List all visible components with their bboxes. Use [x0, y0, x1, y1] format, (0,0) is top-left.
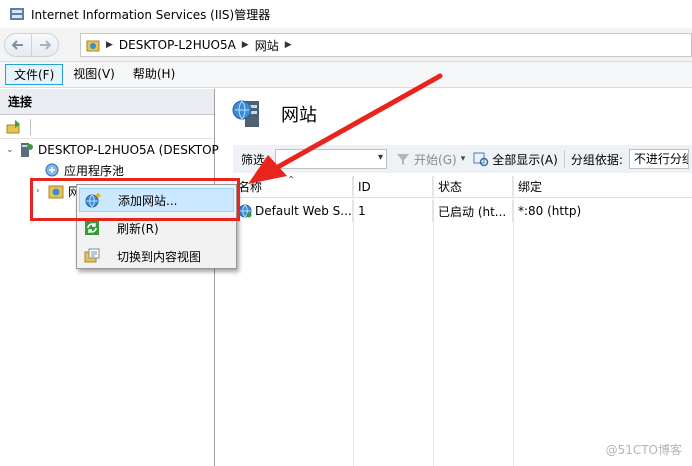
server-icon [21, 143, 33, 157]
filter-label: 筛选: [241, 152, 270, 167]
start-button[interactable]: 开始(G) [395, 151, 457, 168]
tree-node-server[interactable]: ⌄ DESKTOP-L2HUO5A (DESKTOP [6, 141, 219, 159]
grid-header: 名称 ID 状态 绑定 [233, 176, 692, 198]
collapse-icon[interactable]: ⌄ [6, 145, 16, 155]
show-all-label: 全部显示(A) [492, 152, 558, 167]
start-label: 开始(G) [414, 152, 457, 167]
content-view-icon [84, 248, 100, 263]
sites-folder-icon [86, 40, 100, 52]
cell-binding: *:80 (http) [518, 204, 582, 218]
breadcrumb-separator-icon: ▶ [241, 40, 249, 50]
menu-help[interactable]: 帮助(H) [125, 64, 183, 85]
iis-app-icon [10, 8, 24, 20]
back-arrow-icon [11, 40, 23, 50]
app-pool-icon [45, 163, 59, 177]
toolbar-divider [30, 118, 31, 135]
connect-icon[interactable] [6, 119, 22, 135]
content-view-menu-item[interactable]: 切换到内容视图 [79, 244, 234, 268]
column-divider [433, 176, 434, 466]
forward-button[interactable] [31, 33, 59, 57]
content-title-label: 网站 [281, 105, 317, 126]
group-by-select[interactable]: 不进行分组 [628, 149, 689, 169]
cell-status: 已启动 (ht... [433, 200, 513, 222]
refresh-icon [85, 221, 99, 235]
filter-input[interactable] [275, 149, 388, 169]
breadcrumb-separator-icon: ▶ [284, 40, 292, 50]
cell-name: Default Web S... [233, 200, 353, 222]
breadcrumb-separator-icon: ▶ [106, 40, 113, 50]
toolbar-separator [563, 150, 565, 168]
content-title: 网站 [231, 97, 317, 131]
watermark: @51CTO博客 [605, 443, 682, 457]
content-pane: 网站 筛选: 开始(G) ▾ 全部显示(A) 分组依据: 不进行分组 ⌃ 名称 … [221, 89, 692, 466]
tree-label-server: DESKTOP-L2HUO5A (DESKTOP [38, 143, 219, 157]
cell-id: 1 [353, 200, 433, 222]
col-header-binding[interactable]: 绑定 [513, 176, 692, 197]
tree-node-app-pools[interactable]: 应用程序池 [44, 161, 124, 179]
breadcrumb-server[interactable]: DESKTOP-L2HUO5A [119, 38, 236, 52]
menu-file[interactable]: 文件(F) [5, 64, 64, 85]
show-all-icon [473, 152, 489, 167]
content-view-label: 切换到内容视图 [117, 249, 202, 264]
show-all-button[interactable]: 全部显示(A) [473, 151, 558, 168]
connections-header: 连接 [0, 89, 214, 115]
start-dropdown-icon[interactable]: ▾ [461, 154, 466, 164]
address-field[interactable]: ▶ DESKTOP-L2HUO5A ▶ 网站 ▶ [80, 33, 692, 57]
address-bar: ▶ DESKTOP-L2HUO5A ▶ 网站 ▶ [0, 28, 692, 62]
website-globe-icon [238, 204, 252, 218]
funnel-icon [397, 154, 410, 165]
cell-name-text: Default Web S... [255, 204, 352, 218]
window-title: Internet Information Services (IIS)管理器 [31, 7, 271, 22]
col-header-name[interactable]: 名称 [233, 176, 353, 197]
column-divider [513, 176, 514, 466]
table-row[interactable]: Default Web S... 1 已启动 (ht... *:80 (http… [233, 200, 692, 222]
col-header-id[interactable]: ID [353, 176, 433, 197]
sites-globe-icon [232, 100, 259, 127]
sites-grid: 名称 ID 状态 绑定 Default Web S... 1 已启动 (ht..… [233, 176, 692, 222]
connections-toolbar [0, 115, 214, 139]
annotation-highlight-box [30, 178, 240, 221]
group-by-label: 分组依据: [570, 152, 623, 167]
filter-toolbar: 筛选: 开始(G) ▾ 全部显示(A) 分组依据: 不进行分组 [233, 145, 692, 173]
menu-bar: 文件(F) 视图(V) 帮助(H) [0, 62, 692, 88]
title-bar: Internet Information Services (IIS)管理器 [0, 0, 692, 28]
tree-label-app-pools: 应用程序池 [64, 163, 125, 178]
connections-pane: 连接 ⌄ DESKTOP-L2HUO5A (DESKTOP 应用程序池 › [0, 89, 219, 466]
col-header-status[interactable]: 状态 [433, 176, 513, 197]
column-divider [353, 176, 354, 466]
menu-view[interactable]: 视图(V) [65, 64, 123, 85]
forward-arrow-icon [40, 40, 52, 50]
breadcrumb-sites[interactable]: 网站 [255, 37, 279, 54]
back-button[interactable] [4, 33, 32, 57]
refresh-label: 刷新(R) [117, 221, 159, 236]
